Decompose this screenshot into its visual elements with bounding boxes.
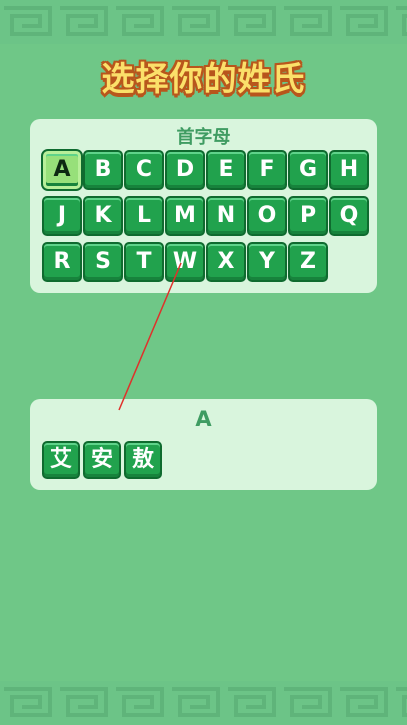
letter-key-k[interactable]: K — [83, 196, 123, 236]
surname-key[interactable]: 敖 — [124, 441, 162, 479]
top-decorative-border — [0, 0, 407, 44]
letter-key-e[interactable]: E — [206, 150, 246, 190]
initial-letter-heading: 首字母 — [176, 127, 231, 148]
letter-key-a[interactable]: A — [41, 149, 83, 191]
bottom-decorative-border — [0, 681, 407, 725]
letter-key-z[interactable]: Z — [288, 242, 328, 282]
letter-key-f[interactable]: F — [247, 150, 287, 190]
letter-key-r[interactable]: R — [42, 242, 82, 282]
surname-key[interactable]: 安 — [83, 441, 121, 479]
letter-key-s[interactable]: S — [83, 242, 123, 282]
letter-key-q[interactable]: Q — [329, 196, 369, 236]
letter-key-n[interactable]: N — [206, 196, 246, 236]
surname-key[interactable]: 艾 — [42, 441, 80, 479]
page-title: 选择你的姓氏 — [101, 59, 306, 98]
letter-key-g[interactable]: G — [288, 150, 328, 190]
letter-key-j[interactable]: J — [42, 196, 82, 236]
letter-key-c[interactable]: C — [124, 150, 164, 190]
letter-key-d[interactable]: D — [165, 150, 205, 190]
annotation-line — [118, 262, 182, 411]
letter-key-x[interactable]: X — [206, 242, 246, 282]
letter-key-o[interactable]: O — [247, 196, 287, 236]
letter-key-t[interactable]: T — [124, 242, 164, 282]
letter-key-p[interactable]: P — [288, 196, 328, 236]
letter-key-l[interactable]: L — [124, 196, 164, 236]
letter-key-b[interactable]: B — [83, 150, 123, 190]
letter-key-y[interactable]: Y — [247, 242, 287, 282]
surname-panel-heading: A — [195, 407, 212, 431]
letter-key-w[interactable]: W — [165, 242, 205, 282]
letter-key-h[interactable]: H — [329, 150, 369, 190]
letter-key-m[interactable]: M — [165, 196, 205, 236]
